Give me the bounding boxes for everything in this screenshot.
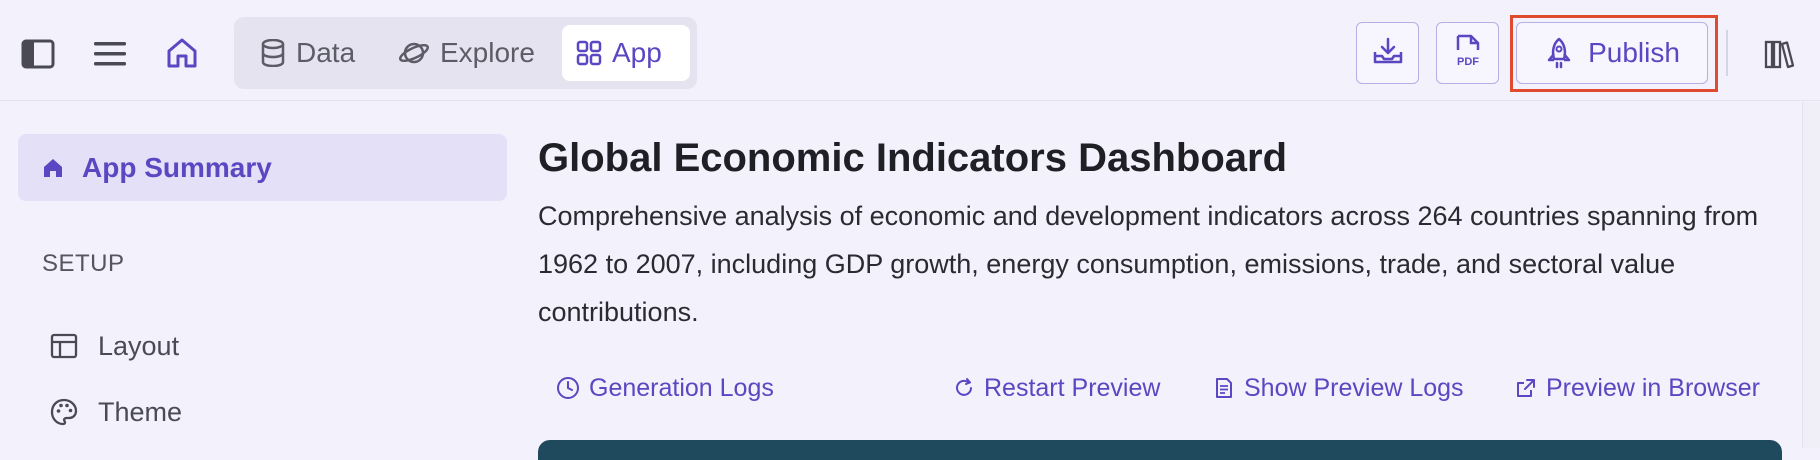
preview-in-browser-link[interactable]: Preview in Browser (1515, 368, 1760, 408)
document-icon (1213, 377, 1235, 399)
download-tray-icon (1372, 36, 1404, 71)
home-icon[interactable] (162, 33, 202, 73)
page-description: Comprehensive analysis of economic and d… (538, 201, 1759, 327)
page-title: Global Economic Indicators Dashboard (538, 136, 1288, 180)
rocket-icon (1544, 37, 1574, 69)
tab-app-label: App (612, 37, 662, 68)
layout-icon (50, 333, 78, 359)
show-preview-logs-label: Show Preview Logs (1244, 373, 1464, 402)
grid-icon (576, 40, 602, 66)
preview-in-browser-label: Preview in Browser (1546, 373, 1760, 402)
tab-data[interactable]: Data (246, 25, 369, 81)
export-pdf-button[interactable]: PDF (1436, 22, 1499, 84)
planet-icon (398, 39, 430, 67)
sidebar-section-heading: SETUP (42, 250, 125, 277)
tab-explore-label: Explore (440, 37, 535, 68)
publish-button[interactable]: Publish (1516, 22, 1708, 84)
sidebar-item-theme[interactable]: Theme (50, 390, 182, 434)
refresh-icon (953, 377, 975, 399)
clock-icon (556, 376, 580, 400)
home-icon (42, 157, 64, 179)
main-nav-tabs: Data Explore App (234, 17, 697, 89)
external-link-icon (1515, 377, 1537, 399)
sidebar-item-label: App Summary (82, 151, 272, 183)
tab-data-label: Data (296, 37, 356, 68)
sidebar-item-label: Theme (98, 396, 183, 427)
download-button[interactable] (1356, 22, 1419, 84)
palette-icon (50, 398, 78, 426)
app-preview-frame (538, 440, 1782, 460)
scrollbar-track[interactable] (1802, 102, 1820, 448)
restart-preview-label: Restart Preview (984, 373, 1161, 402)
generation-logs-link[interactable]: Generation Logs (556, 368, 774, 408)
sidebar: App Summary SETUP Layout Theme (0, 102, 510, 448)
pdf-icon-text: PDF (1457, 56, 1479, 68)
publish-label: Publish (1588, 37, 1680, 68)
restart-preview-link[interactable]: Restart Preview (953, 368, 1160, 408)
sidebar-item-app-summary[interactable]: App Summary (18, 134, 507, 201)
sidebar-panel-icon[interactable] (18, 34, 58, 74)
generation-logs-label: Generation Logs (589, 373, 774, 402)
hamburger-menu-icon[interactable] (90, 34, 130, 74)
tab-explore[interactable]: Explore (384, 25, 549, 81)
tab-app[interactable]: App (562, 25, 690, 81)
top-toolbar: Data Explore App PDF Publish (0, 0, 1820, 101)
database-icon (260, 39, 286, 67)
pdf-file-icon: PDF (1453, 34, 1483, 73)
sidebar-item-label: Layout (98, 330, 180, 361)
show-preview-logs-link[interactable]: Show Preview Logs (1213, 368, 1464, 408)
books-icon[interactable] (1760, 34, 1798, 74)
main-content: Global Economic Indicators Dashboard Com… (538, 102, 1798, 448)
sidebar-item-layout[interactable]: Layout (50, 324, 179, 368)
toolbar-divider (1726, 30, 1728, 76)
